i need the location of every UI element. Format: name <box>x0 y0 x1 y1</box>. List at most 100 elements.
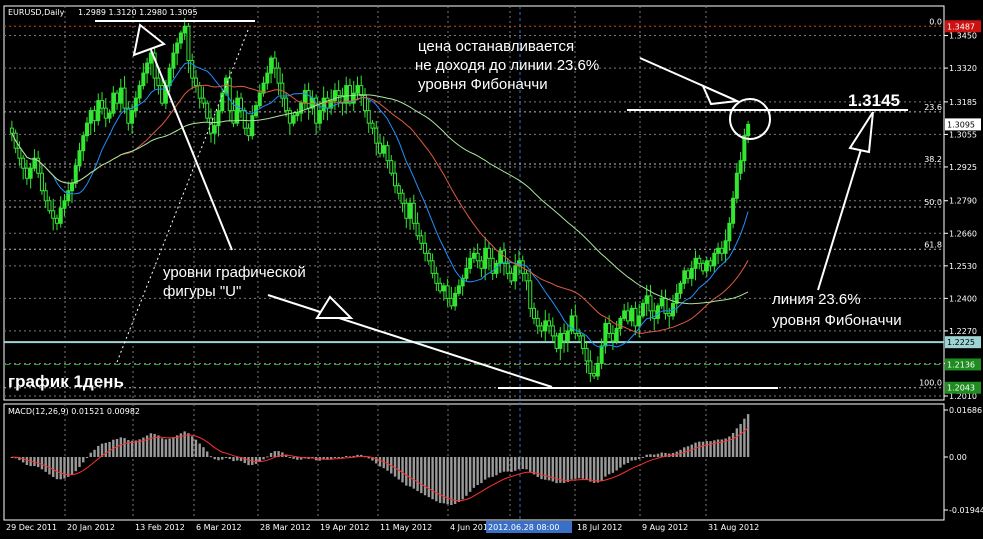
candle-body <box>24 167 29 179</box>
macd-histogram-bar <box>525 457 528 470</box>
macd-histogram-bar <box>269 452 273 457</box>
candle-body <box>697 257 702 264</box>
macd-histogram-bar <box>743 418 746 457</box>
macd-histogram-bar <box>149 433 153 457</box>
timeframe-note: график 1день <box>8 372 124 391</box>
candle-body <box>524 272 529 282</box>
macd-histogram-bar <box>187 433 190 457</box>
fib-level-label: 61.8 <box>924 240 942 249</box>
candle-body <box>629 307 634 322</box>
candle-body <box>712 252 717 267</box>
candle-body <box>419 235 424 244</box>
candle-body <box>276 67 281 84</box>
macd-histogram-bar <box>97 445 100 457</box>
candle-body <box>291 115 296 124</box>
macd-histogram-bar <box>89 452 92 457</box>
macd-histogram-bar <box>209 456 213 458</box>
candle-body <box>588 360 593 374</box>
macd-histogram-bar <box>85 457 89 458</box>
macd-histogram-bar <box>701 441 705 457</box>
price-tag-label: 1.2043 <box>947 384 975 393</box>
macd-histogram-bar <box>495 457 498 476</box>
candle-body <box>731 197 736 224</box>
candle-body <box>738 160 743 174</box>
candle-body <box>547 320 552 327</box>
y-tick-label: 1.2660 <box>949 229 977 238</box>
macd-histogram-bar <box>577 457 581 479</box>
macd-histogram-bar <box>438 457 442 503</box>
macd-histogram-bar <box>596 457 600 483</box>
candle-body <box>633 307 638 327</box>
candle-body <box>693 257 698 269</box>
candle-body <box>69 182 74 192</box>
macd-histogram-bar <box>288 457 292 458</box>
candle-body <box>723 240 728 254</box>
macd-histogram-bar <box>175 435 179 457</box>
macd-histogram-bar <box>589 457 592 482</box>
macd-histogram-bar <box>457 457 461 503</box>
macd-histogram-bar <box>487 457 491 478</box>
fib-note-line-2: уровня Фибоначчи <box>772 312 902 329</box>
candle-body <box>622 310 627 319</box>
macd-histogram-bar <box>529 457 532 472</box>
macd-histogram-bar <box>82 457 85 463</box>
macd-histogram-bar <box>480 457 483 484</box>
macd-histogram-bar <box>44 457 47 472</box>
candle-body <box>66 190 71 202</box>
candle-body <box>640 302 645 317</box>
candle-body <box>122 87 127 109</box>
macd-histogram-bar <box>731 432 735 457</box>
symbol-label: EURUSD,Daily <box>8 8 65 17</box>
candle-body <box>727 222 732 242</box>
candle-body <box>171 52 176 69</box>
candle-body <box>550 325 555 337</box>
y-tick-label: 1.2400 <box>949 294 977 303</box>
candle-body <box>167 67 172 87</box>
candle-body <box>88 110 93 124</box>
candle-body <box>648 295 653 312</box>
candle-body <box>85 122 90 137</box>
macd-histogram-bar <box>461 457 464 500</box>
candle-body <box>103 107 108 119</box>
candle-body <box>137 85 142 99</box>
macd-histogram-bar <box>420 457 423 494</box>
macd-histogram-bar <box>540 457 543 480</box>
x-tick-label: 20 Jan 2012 <box>67 523 115 532</box>
candle-body <box>400 192 405 204</box>
candle-body <box>43 190 48 202</box>
macd-histogram-bar <box>532 457 536 475</box>
x-tick-label: 2012.06.28 08:00 <box>488 523 559 532</box>
x-tick-label: 31 Aug 2012 <box>708 523 759 532</box>
candle-body <box>655 305 660 319</box>
macd-histogram-bar <box>236 457 239 461</box>
candle-body <box>686 270 691 279</box>
macd-histogram-bar <box>202 447 205 457</box>
candle-body <box>306 90 311 109</box>
candle-body <box>607 322 612 334</box>
macd-histogram-bar <box>514 457 517 471</box>
candle-body <box>178 32 183 44</box>
macd-histogram-bar <box>74 457 77 472</box>
macd-histogram-bar <box>450 457 453 505</box>
candle-body <box>126 107 131 124</box>
candle-body <box>486 247 491 259</box>
macd-histogram-bar <box>637 457 641 459</box>
ohlc-values: 1.2989 1.3120 1.2980 1.3095 <box>78 8 198 17</box>
candle-body <box>265 72 270 84</box>
candle-body <box>145 62 150 74</box>
macd-histogram-bar <box>262 457 265 460</box>
candle-body <box>212 125 217 134</box>
macd-histogram-bar <box>656 453 660 457</box>
macd-histogram-bar <box>168 438 171 457</box>
candle-body <box>17 147 22 159</box>
y-tick-label: 1.3320 <box>949 64 977 73</box>
candle-body <box>77 150 82 167</box>
macd-histogram-bar <box>746 414 750 457</box>
top-note-line-2: не доходя до линии 23.6% <box>415 57 599 74</box>
macd-histogram-bar <box>453 457 457 504</box>
macd-histogram-bar <box>506 457 509 472</box>
macd-histogram-bar <box>649 454 652 457</box>
candle-body <box>317 110 322 124</box>
macd-histogram-bar <box>51 457 55 478</box>
candle-body <box>366 110 371 124</box>
